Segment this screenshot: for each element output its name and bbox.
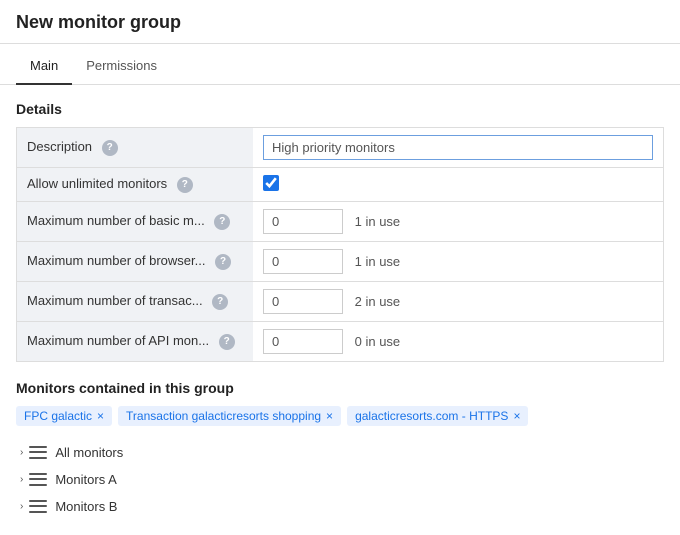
details-table: Description ? Allow unlimited monitors ? — [16, 127, 664, 362]
row-max-browser: Maximum number of browser... ? 1 in use — [17, 242, 664, 282]
max-browser-input[interactable] — [263, 249, 343, 274]
help-icon-allow-unlimited[interactable]: ? — [177, 177, 193, 193]
max-basic-in-use: 1 in use — [355, 214, 401, 229]
max-transaction-input[interactable] — [263, 289, 343, 314]
tag-fpc-close[interactable]: × — [97, 409, 104, 423]
max-api-in-use: 0 in use — [355, 334, 401, 349]
row-max-transaction: Maximum number of transac... ? 2 in use — [17, 282, 664, 322]
help-icon-max-api[interactable]: ? — [219, 334, 235, 350]
help-icon-max-basic[interactable]: ? — [214, 214, 230, 230]
row-allow-unlimited: Allow unlimited monitors ? — [17, 168, 664, 202]
max-api-input[interactable] — [263, 329, 343, 354]
value-description — [253, 128, 664, 168]
tag-https-close[interactable]: × — [513, 409, 520, 423]
value-allow-unlimited — [253, 168, 664, 202]
description-input[interactable] — [263, 135, 653, 160]
list-icon-monitors-a — [29, 473, 47, 487]
tag-transaction: Transaction galacticresorts shopping × — [118, 406, 341, 426]
label-max-browser: Maximum number of browser... ? — [17, 242, 254, 282]
help-icon-max-browser[interactable]: ? — [215, 254, 231, 270]
tree-label-monitors-a: Monitors A — [55, 472, 116, 487]
label-allow-unlimited: Allow unlimited monitors ? — [17, 168, 254, 202]
chevron-monitors-a: › — [20, 474, 23, 485]
tree-item-monitors-b[interactable]: › Monitors B — [16, 494, 664, 519]
monitor-tree: › All monitors › Monitors A › Monitors B — [16, 440, 664, 519]
help-icon-description[interactable]: ? — [102, 140, 118, 156]
max-transaction-in-use: 2 in use — [355, 294, 401, 309]
chevron-all-monitors: › — [20, 447, 23, 458]
label-max-transaction: Maximum number of transac... ? — [17, 282, 254, 322]
value-max-api: 0 in use — [253, 322, 664, 362]
tree-item-monitors-a[interactable]: › Monitors A — [16, 467, 664, 492]
max-browser-in-use: 1 in use — [355, 254, 401, 269]
tree-label-all-monitors: All monitors — [55, 445, 123, 460]
value-max-basic: 1 in use — [253, 202, 664, 242]
label-description: Description ? — [17, 128, 254, 168]
max-basic-input[interactable] — [263, 209, 343, 234]
page-header: New monitor group — [0, 0, 680, 44]
value-max-browser: 1 in use — [253, 242, 664, 282]
value-max-transaction: 2 in use — [253, 282, 664, 322]
row-max-api: Maximum number of API mon... ? 0 in use — [17, 322, 664, 362]
tag-https: galacticresorts.com - HTTPS × — [347, 406, 528, 426]
label-max-basic: Maximum number of basic m... ? — [17, 202, 254, 242]
label-max-api: Maximum number of API mon... ? — [17, 322, 254, 362]
details-section-title: Details — [16, 101, 664, 117]
tree-item-all-monitors[interactable]: › All monitors — [16, 440, 664, 465]
tab-main[interactable]: Main — [16, 48, 72, 85]
page-title: New monitor group — [16, 12, 181, 32]
row-max-basic: Maximum number of basic m... ? 1 in use — [17, 202, 664, 242]
monitor-tags: FPC galactic × Transaction galacticresor… — [16, 406, 664, 426]
tag-fpc: FPC galactic × — [16, 406, 112, 426]
help-icon-max-transaction[interactable]: ? — [212, 294, 228, 310]
tag-transaction-close[interactable]: × — [326, 409, 333, 423]
list-icon-all-monitors — [29, 446, 47, 460]
main-content: Details Description ? Allow unlimited mo… — [0, 85, 680, 535]
monitors-section-title: Monitors contained in this group — [16, 380, 664, 396]
allow-unlimited-checkbox[interactable] — [263, 175, 279, 191]
list-icon-monitors-b — [29, 500, 47, 514]
tab-permissions[interactable]: Permissions — [72, 48, 171, 85]
tab-bar: Main Permissions — [0, 48, 680, 85]
row-description: Description ? — [17, 128, 664, 168]
tree-label-monitors-b: Monitors B — [55, 499, 117, 514]
